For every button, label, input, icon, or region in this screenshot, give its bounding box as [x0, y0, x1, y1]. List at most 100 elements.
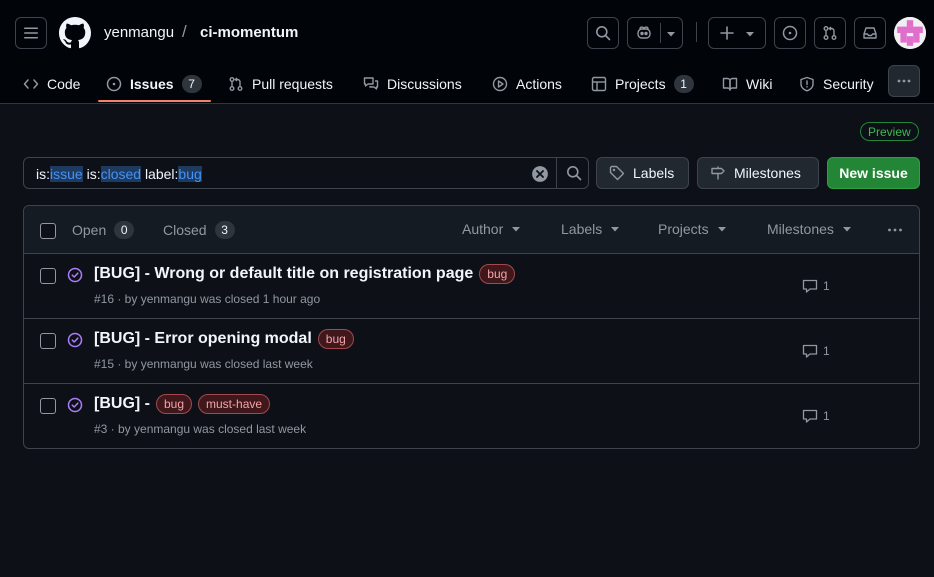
tab-label: Actions: [516, 76, 562, 92]
closed-issues-tab[interactable]: Closed 3: [163, 221, 235, 239]
your-issues-button[interactable]: [774, 17, 806, 49]
comment-icon: [802, 279, 818, 293]
milestones-filter[interactable]: Milestones: [767, 221, 852, 237]
plus-icon: [720, 26, 734, 40]
label-bug[interactable]: bug: [155, 394, 193, 414]
milestones-button[interactable]: Milestones: [697, 157, 819, 189]
repo-name-link[interactable]: ci-momentum: [200, 24, 298, 41]
issue-title-link[interactable]: [BUG] -: [94, 395, 150, 413]
tab-wiki[interactable]: Wiki: [722, 64, 772, 104]
comments-link[interactable]: 1: [802, 408, 830, 424]
issue-meta: #15 · by yenmangu was closed last week: [94, 357, 313, 371]
query-qualifier-value: bug: [178, 166, 202, 182]
chevron-down-icon: [667, 32, 675, 37]
app-header: yenmangu / ci-momentum Code Issues 7 Pul…: [0, 0, 934, 104]
header-divider: [696, 22, 697, 42]
tab-actions[interactable]: Actions: [492, 64, 562, 104]
tab-code[interactable]: Code: [23, 64, 80, 104]
labels-button[interactable]: Labels: [596, 157, 689, 189]
user-avatar[interactable]: [894, 17, 926, 49]
tag-icon: [609, 165, 625, 181]
tab-pull-requests[interactable]: Pull requests: [228, 64, 333, 104]
issues-list-header: Open 0 Closed 3 Author Labels Projects M…: [24, 206, 919, 254]
issue-meta: #3 · by yenmangu was closed last week: [94, 422, 307, 436]
filter-label: Projects: [658, 221, 709, 237]
git-pull-request-icon: [229, 77, 243, 91]
play-icon: [492, 76, 508, 92]
issue-checkbox[interactable]: [40, 268, 56, 284]
tab-label: Wiki: [746, 76, 773, 92]
issues-list: Open 0 Closed 3 Author Labels Projects M…: [23, 205, 920, 449]
issue-title-link[interactable]: [BUG] - Error opening modal: [94, 330, 312, 348]
git-pull-request-icon: [823, 26, 837, 40]
issue-closed-icon: [67, 332, 83, 348]
labels-filter[interactable]: Labels: [561, 221, 620, 237]
tab-label: Issues: [130, 76, 174, 92]
tab-issues[interactable]: Issues 7: [106, 64, 202, 104]
github-logo-icon[interactable]: [59, 17, 91, 49]
more-tabs-button[interactable]: [888, 65, 920, 97]
comment-icon: [802, 344, 818, 358]
issue-title-link[interactable]: [BUG] - Wrong or default title on regist…: [94, 265, 473, 283]
issue-title-line: [BUG] - Wrong or default title on regist…: [94, 264, 519, 284]
copilot-button[interactable]: [627, 17, 683, 49]
tab-label: Projects: [615, 76, 666, 92]
issue-row[interactable]: [BUG] - bug must-have #3 · by yenmangu w…: [24, 384, 919, 448]
author-filter[interactable]: Author: [462, 221, 521, 237]
search-button[interactable]: [587, 17, 619, 49]
comment-count: 1: [823, 409, 830, 423]
filter-label: Milestones: [767, 221, 834, 237]
search-submit-button[interactable]: [556, 157, 590, 189]
issue-opened-icon: [782, 25, 798, 41]
filter-label: Labels: [561, 221, 603, 237]
active-tab-indicator: [98, 100, 211, 102]
open-issues-tab[interactable]: Open 0: [72, 221, 135, 239]
labels-button-label: Labels: [633, 165, 675, 181]
label-bug[interactable]: bug: [317, 329, 354, 349]
clear-search-icon[interactable]: [531, 165, 549, 183]
identicon-avatar-icon: [894, 17, 926, 49]
issue-closed-icon: [67, 397, 83, 413]
issue-row[interactable]: [BUG] - Wrong or default title on regist…: [24, 254, 919, 319]
comment-discussion-icon: [363, 77, 379, 90]
search-query[interactable]: is:issue is:closed label:bug: [36, 166, 202, 182]
issue-checkbox[interactable]: [40, 333, 56, 349]
menu-button[interactable]: [15, 17, 47, 49]
query-qualifier-key: is:: [36, 166, 50, 182]
milestone-icon: [711, 166, 725, 180]
projects-filter[interactable]: Projects: [658, 221, 727, 237]
table-icon: [591, 76, 607, 92]
inbox-button[interactable]: [854, 17, 886, 49]
closed-count-badge: 3: [214, 221, 235, 239]
issue-closed-icon: [67, 267, 83, 283]
kebab-horizontal-icon[interactable]: [887, 222, 903, 238]
tab-discussions[interactable]: Discussions: [363, 64, 462, 104]
comments-link[interactable]: 1: [802, 343, 830, 359]
comment-icon: [802, 409, 818, 423]
select-all-checkbox[interactable]: [40, 223, 56, 239]
search-icon: [596, 26, 611, 41]
issue-search-input[interactable]: is:issue is:closed label:bug: [23, 157, 589, 189]
tab-security[interactable]: Security: [799, 64, 874, 104]
query-qualifier-value: issue: [50, 166, 83, 182]
triangle-down-icon: [717, 227, 726, 232]
new-issue-button[interactable]: New issue: [827, 157, 920, 189]
shield-icon: [800, 76, 814, 92]
closed-label: Closed: [163, 222, 207, 238]
triangle-down-icon: [842, 227, 851, 232]
triangle-down-icon: [512, 227, 521, 232]
open-count-badge: 0: [114, 221, 135, 239]
preview-badge[interactable]: Preview: [860, 122, 919, 141]
issue-row[interactable]: [BUG] - Error opening modal bug #15 · by…: [24, 319, 919, 384]
chevron-down-icon: [746, 32, 754, 37]
issue-checkbox[interactable]: [40, 398, 56, 414]
label-bug[interactable]: bug: [479, 264, 516, 284]
repo-owner-link[interactable]: yenmangu: [104, 24, 174, 41]
comments-link[interactable]: 1: [802, 278, 830, 294]
label-must-have[interactable]: must-have: [198, 394, 271, 414]
tab-projects[interactable]: Projects 1: [591, 64, 694, 104]
create-new-button[interactable]: [708, 17, 766, 49]
issue-title-line: [BUG] - Error opening modal bug: [94, 329, 358, 349]
copilot-icon: [637, 26, 651, 39]
your-pull-requests-button[interactable]: [814, 17, 846, 49]
